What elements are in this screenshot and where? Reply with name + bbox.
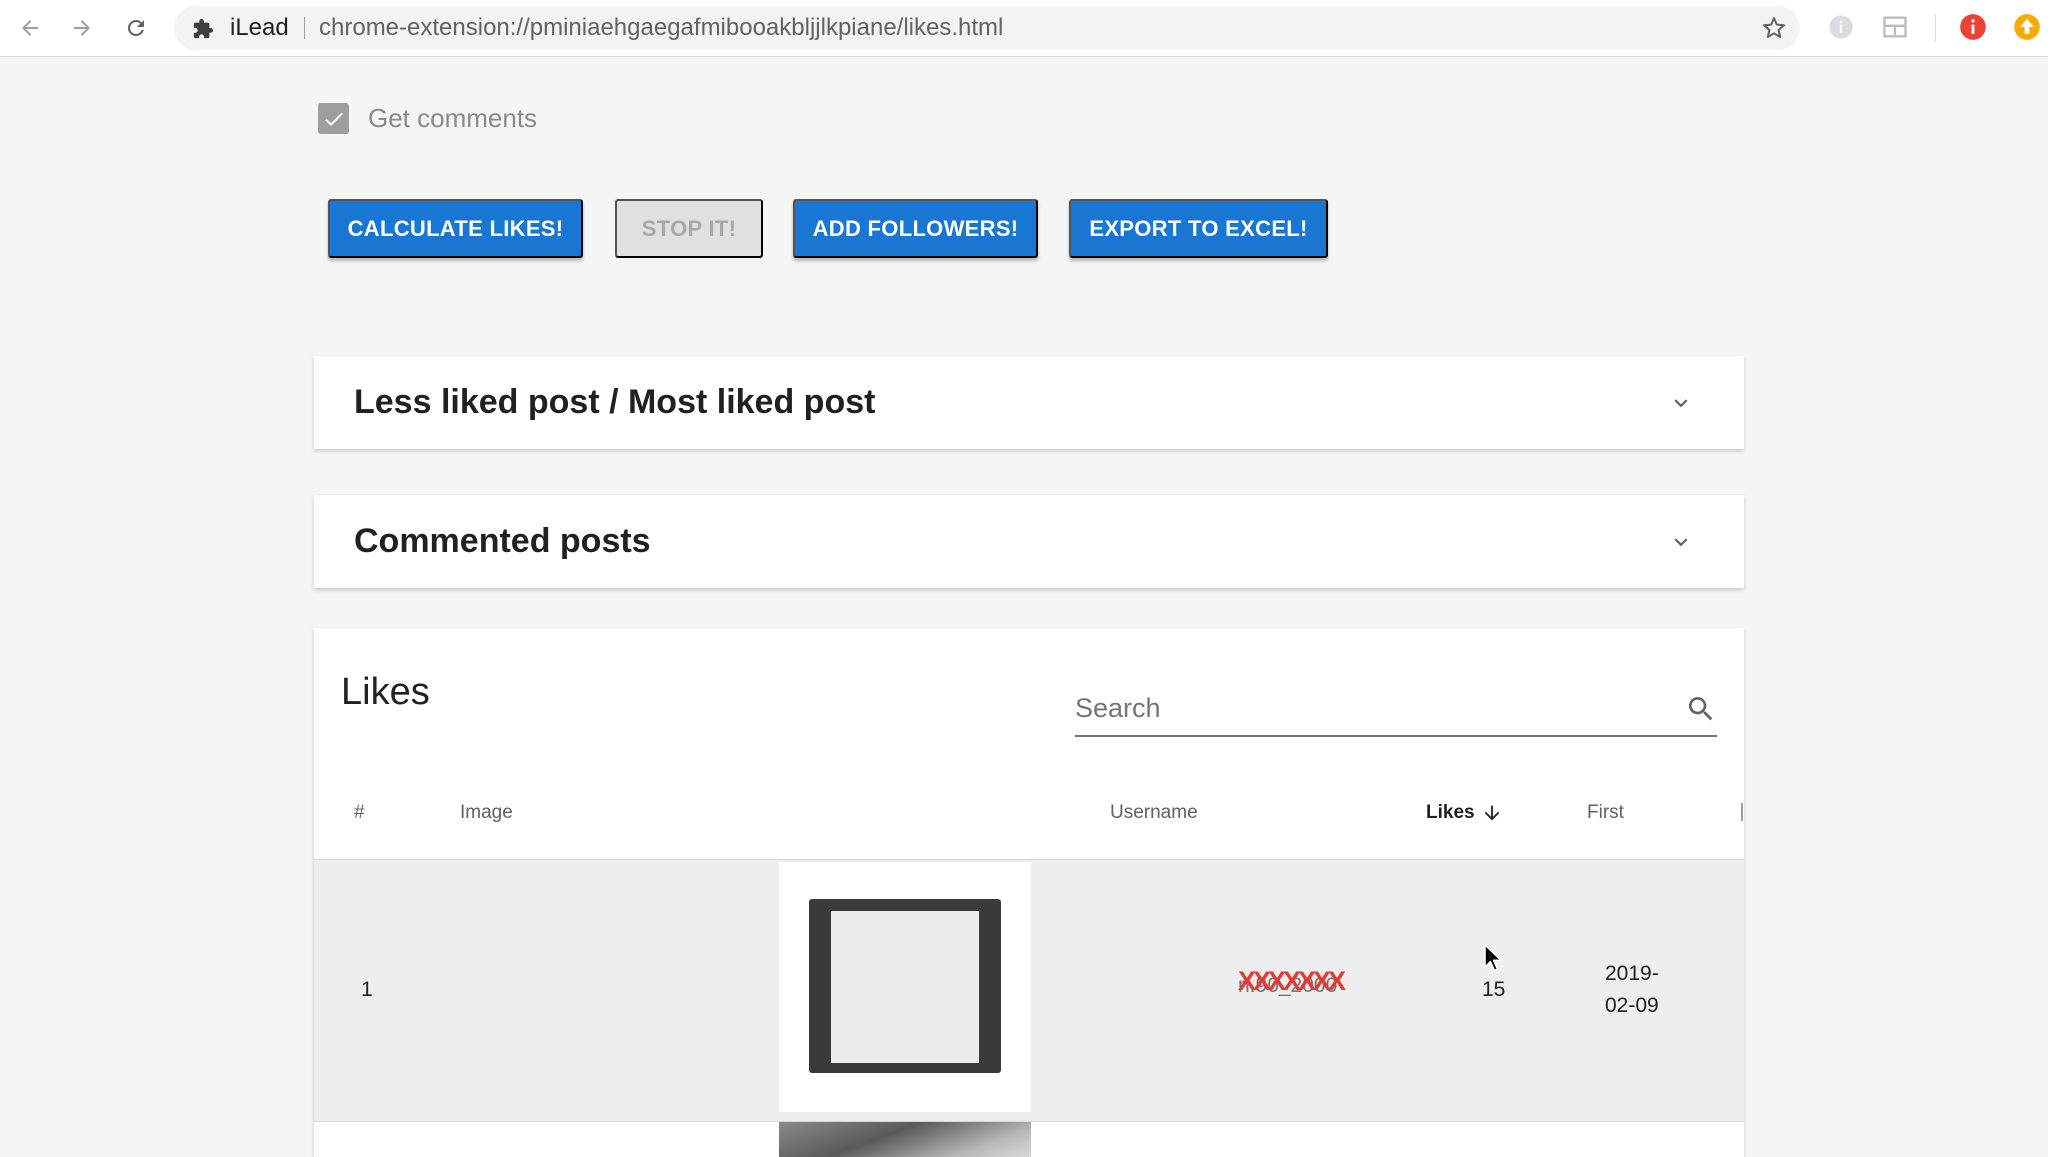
username-redaction: XXXXXXX	[1238, 966, 1346, 996]
address-separator	[304, 17, 305, 39]
column-header-likes[interactable]: Likes	[1426, 801, 1503, 825]
arrow-down-icon	[1484, 805, 1499, 821]
row-likes: 15	[1482, 978, 1506, 1001]
column-header-index[interactable]: #	[354, 801, 365, 825]
reload-icon	[128, 20, 144, 36]
liked-posts-panel[interactable]: Less liked post / Most liked post	[314, 356, 1744, 449]
chevron-down-icon[interactable]	[1668, 390, 1694, 416]
info-icon[interactable]	[1827, 13, 1855, 41]
thumbnail-image	[831, 911, 979, 1063]
next-row-thumbnail[interactable]	[779, 1122, 1031, 1157]
commented-posts-panel-title: Commented posts	[354, 522, 651, 560]
search-field[interactable]	[1075, 683, 1717, 737]
url-text[interactable]: chrome-extension://pminiaehgaegafmibooak…	[319, 6, 1003, 50]
check-icon	[324, 112, 343, 126]
reload-button[interactable]	[118, 10, 154, 46]
commented-posts-panel[interactable]: Commented posts	[314, 495, 1744, 588]
column-header-image[interactable]: Image	[460, 801, 513, 825]
get-comments-label: Get comments	[368, 103, 538, 133]
toolbar-divider	[1935, 14, 1936, 42]
row-first-date: 2019- 02-09	[1605, 962, 1659, 1017]
extension-name: iLead	[230, 14, 289, 41]
mouse-cursor-icon	[1484, 944, 1502, 972]
stop-button: STOP IT!	[615, 199, 763, 258]
address-bar[interactable]: iLead chrome-extension://pminiaehgaegafm…	[174, 6, 1800, 50]
layout-icon[interactable]	[1881, 13, 1909, 41]
chevron-down-icon[interactable]	[1668, 529, 1694, 555]
search-input[interactable]	[1075, 683, 1655, 733]
column-header-likes-label: Likes	[1426, 802, 1475, 823]
column-header-username[interactable]: Username	[1110, 801, 1198, 825]
post-thumbnail[interactable]	[779, 862, 1031, 1112]
row-index: 1	[361, 978, 373, 1001]
forward-arrow-icon	[74, 20, 90, 36]
table-row[interactable]: 1 n.90_2000 XXXXXXX 15 2019- 02-09	[314, 860, 1744, 1121]
get-comments-option[interactable]: Get comments	[318, 103, 537, 134]
export-to-excel-button[interactable]: EXPORT TO EXCEL!	[1069, 199, 1328, 258]
add-followers-button[interactable]: ADD FOLLOWERS!	[793, 199, 1038, 258]
search-icon[interactable]	[1685, 693, 1717, 725]
info-alert-icon[interactable]	[1959, 13, 1987, 41]
likes-table-title: Likes	[341, 671, 430, 713]
browser-toolbar: iLead chrome-extension://pminiaehgaegafm…	[0, 0, 2048, 57]
star-icon[interactable]	[1762, 16, 1786, 40]
calculate-likes-button[interactable]: CALCULATE LIKES!	[328, 199, 583, 258]
column-header-overflow	[1741, 803, 1743, 821]
back-arrow-icon	[22, 20, 38, 36]
column-header-first[interactable]: First	[1587, 801, 1624, 825]
likes-table-card: Likes # Image Username Likes First 1 n.9…	[314, 628, 1744, 1157]
forward-button[interactable]	[64, 10, 100, 46]
thumbnail-frame	[809, 899, 1001, 1073]
back-button[interactable]	[12, 10, 48, 46]
upload-icon[interactable]	[2013, 13, 2041, 41]
get-comments-checkbox[interactable]	[318, 103, 349, 134]
liked-posts-panel-title: Less liked post / Most liked post	[354, 383, 876, 421]
puzzle-icon	[193, 18, 214, 39]
